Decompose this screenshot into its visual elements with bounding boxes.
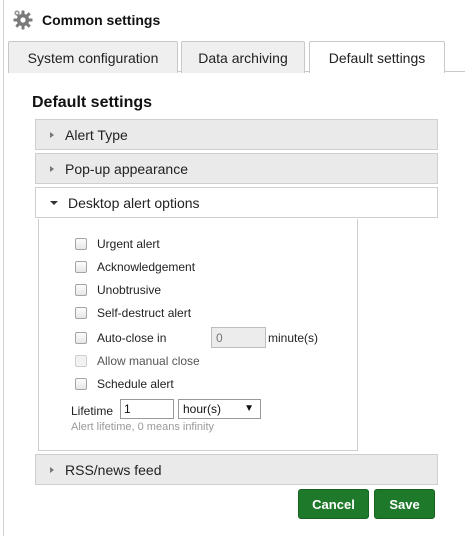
checkbox-label: Urgent alert: [97, 237, 160, 251]
checkbox-label: Allow manual close: [97, 354, 200, 368]
checkbox-box[interactable]: [75, 284, 87, 296]
checkbox-box[interactable]: [75, 307, 87, 319]
panel-header: Common settings: [4, 0, 465, 40]
accordion-label: Desktop alert options: [68, 194, 200, 211]
checkbox-label: Auto-close in: [97, 331, 167, 345]
schedule-alert-checkbox[interactable]: Schedule alert: [75, 376, 174, 392]
checkbox-box[interactable]: [75, 238, 87, 250]
self-destruct-alert-checkbox[interactable]: Self-destruct alert: [75, 305, 191, 321]
checkbox-label: Acknowledgement: [97, 260, 196, 274]
auto-close-unit-label: minute(s): [268, 331, 319, 345]
checkbox-label: Unobtrusive: [97, 283, 162, 297]
tab-label: Default settings: [328, 49, 426, 66]
lifetime-input[interactable]: [120, 399, 174, 419]
allow-manual-close-checkbox[interactable]: Allow manual close: [75, 353, 200, 369]
accordion-alert-type[interactable]: Alert Type: [35, 119, 438, 150]
checkbox-box[interactable]: [75, 332, 87, 344]
accordion-label: RSS/news feed: [65, 461, 162, 478]
tab-system-configuration[interactable]: System configuration: [8, 41, 178, 73]
section-title: Default settings: [32, 94, 153, 111]
urgent-alert-checkbox[interactable]: Urgent alert: [75, 236, 160, 252]
cancel-button[interactable]: Cancel: [298, 489, 369, 519]
accordion-label: Pop-up appearance: [65, 160, 188, 177]
desktop-alert-options-body: Urgent alert Acknowledgement Unobtrusive…: [38, 219, 358, 451]
checkbox-label: Schedule alert: [97, 377, 174, 391]
accordion-label: Alert Type: [65, 126, 128, 143]
save-button[interactable]: Save: [374, 489, 435, 519]
checkbox-box[interactable]: [75, 261, 87, 273]
lifetime-unit-select[interactable]: hour(s) ▼: [178, 399, 261, 419]
accordion-popup-appearance[interactable]: Pop-up appearance: [35, 153, 438, 184]
auto-close-minutes-input[interactable]: [211, 327, 266, 348]
tab-label: Data archiving: [198, 49, 288, 66]
tab-label: System configuration: [27, 49, 159, 66]
caret-right-icon: [50, 165, 54, 172]
tab-bar: System configuration Data archiving Defa…: [8, 40, 465, 73]
caret-down-icon: [50, 200, 58, 205]
caret-right-icon: [50, 131, 54, 138]
tab-default-settings[interactable]: Default settings: [309, 41, 445, 73]
dropdown-arrow-icon: ▼: [244, 403, 254, 414]
common-settings-panel: Common settings System configuration Dat…: [3, 0, 465, 536]
checkbox-box[interactable]: [75, 355, 87, 367]
gear-icon: [12, 9, 34, 31]
unobtrusive-checkbox[interactable]: Unobtrusive: [75, 282, 161, 298]
tab-data-archiving[interactable]: Data archiving: [181, 41, 305, 73]
checkbox-box[interactable]: [75, 378, 87, 390]
auto-close-checkbox[interactable]: Auto-close in: [75, 330, 166, 346]
accordion-rss-news-feed[interactable]: RSS/news feed: [35, 454, 438, 485]
accordion-desktop-alert-options[interactable]: Desktop alert options: [35, 187, 438, 218]
checkbox-label: Self-destruct alert: [97, 306, 192, 320]
caret-right-icon: [50, 466, 54, 473]
acknowledgement-checkbox[interactable]: Acknowledgement: [75, 259, 195, 275]
select-value: hour(s): [183, 402, 222, 416]
lifetime-hint: Alert lifetime, 0 means infinity: [71, 421, 215, 433]
lifetime-label: Lifetime: [71, 404, 114, 418]
panel-title: Common settings: [42, 12, 161, 28]
